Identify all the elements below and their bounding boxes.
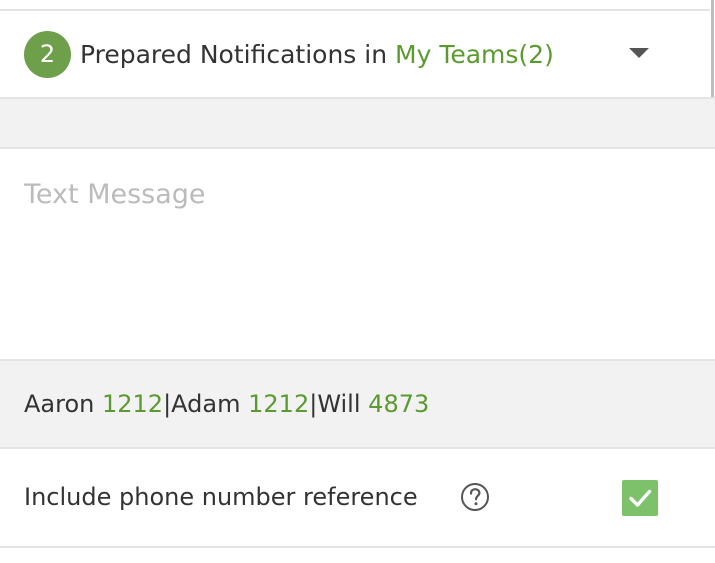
chevron-down-icon[interactable] xyxy=(629,48,649,58)
recipient-number-aaron: 1212 xyxy=(102,390,164,418)
include-phone-checkbox[interactable] xyxy=(622,480,658,516)
header-title: Prepared Notifications in My Teams(2) xyxy=(80,40,554,69)
top-divider xyxy=(0,0,710,11)
recipient-name-will: Will xyxy=(317,390,361,418)
notification-count: 2 xyxy=(39,40,56,68)
recipient-number-will: 4873 xyxy=(368,390,430,418)
recipient-number-adam: 1212 xyxy=(248,390,310,418)
recipient-separator: | xyxy=(309,390,318,418)
bottom-spacer xyxy=(0,548,715,563)
notification-panel: 2 Prepared Notifications in My Teams(2) … xyxy=(0,0,715,563)
message-area xyxy=(0,149,715,359)
checkmark-icon xyxy=(629,489,652,507)
question-circle-icon[interactable] xyxy=(460,482,490,512)
include-phone-label: Include phone number reference xyxy=(24,483,418,511)
recipient-name-adam: Adam xyxy=(171,390,241,418)
my-teams-link[interactable]: My Teams(2) xyxy=(395,40,554,69)
prepared-notifications-header[interactable]: 2 Prepared Notifications in My Teams(2) xyxy=(0,11,710,97)
recipient-name-aaron: Aaron xyxy=(24,390,95,418)
section-spacer xyxy=(0,97,715,149)
notification-count-badge: 2 xyxy=(24,30,71,78)
recipient-separator: | xyxy=(163,390,172,418)
recipients-list: Aaron 1212 | Adam 1212 | Will 4873 xyxy=(0,359,715,449)
header-title-prefix: Prepared Notifications in xyxy=(80,39,396,69)
text-message-input[interactable] xyxy=(0,149,705,359)
include-phone-option: Include phone number reference xyxy=(0,449,715,548)
